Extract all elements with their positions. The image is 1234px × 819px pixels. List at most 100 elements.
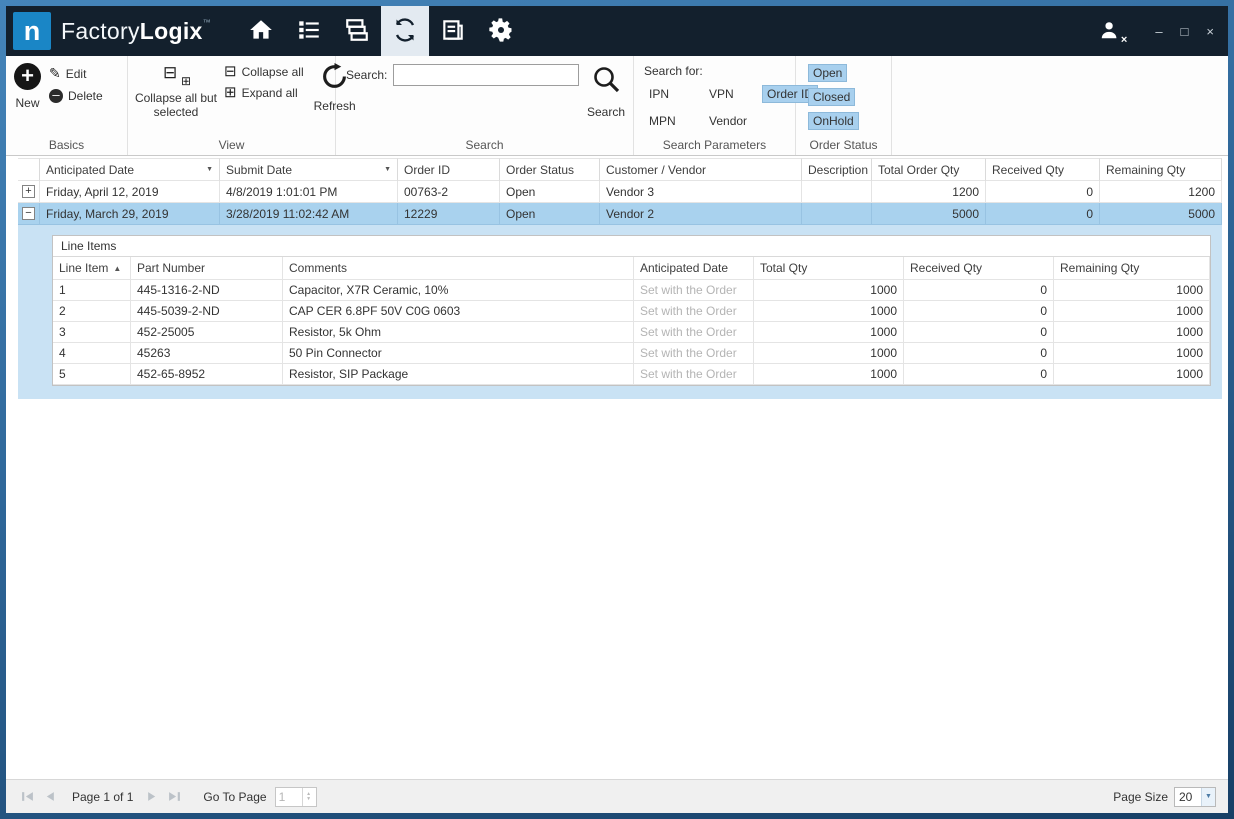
filter-dropdown-icon[interactable]: ▼ bbox=[202, 166, 213, 173]
expand-all-label: Expand all bbox=[242, 86, 298, 100]
first-page-button[interactable] bbox=[18, 788, 36, 806]
collapse-all-but-selected-button[interactable]: ⊟ ⊞ Collapse all but selected bbox=[134, 56, 218, 137]
brand-secondary: Logix bbox=[140, 18, 203, 44]
search-input[interactable] bbox=[393, 64, 579, 86]
cell-submit-date: 4/8/2019 1:01:01 PM bbox=[220, 181, 398, 203]
line-items-caption: Line Items bbox=[53, 236, 1210, 257]
search-parameters-group-label: Search Parameters bbox=[634, 137, 795, 155]
sync-arrows-icon bbox=[392, 17, 418, 46]
minimize-button[interactable]: – bbox=[1155, 25, 1162, 38]
column-header-submit-date[interactable]: Submit Date ▼ bbox=[220, 158, 398, 181]
nav-home[interactable] bbox=[237, 6, 285, 56]
nav-receiving-active[interactable] bbox=[381, 6, 429, 56]
column-header-order-id[interactable]: Order ID bbox=[398, 158, 500, 181]
main-navigation bbox=[237, 6, 525, 56]
new-button[interactable]: + New bbox=[14, 56, 41, 137]
nav-materials[interactable] bbox=[333, 6, 381, 56]
cell-remaining-qty: 1200 bbox=[1100, 181, 1222, 203]
cell-received-qty: 0 bbox=[986, 203, 1100, 225]
ribbon-spacer bbox=[892, 56, 1228, 155]
order-row-00763-2[interactable]: + Friday, April 12, 2019 4/8/2019 1:01:0… bbox=[18, 181, 1222, 203]
param-ipn[interactable]: IPN bbox=[644, 85, 674, 103]
collapse-all-label: Collapse all bbox=[242, 65, 304, 79]
collapse-row-button[interactable]: − bbox=[22, 207, 35, 220]
view-group-label: View bbox=[128, 137, 335, 155]
search-button[interactable]: Search bbox=[587, 64, 625, 119]
column-header-remaining-qty[interactable]: Remaining Qty bbox=[1100, 158, 1222, 181]
param-vpn[interactable]: VPN bbox=[704, 85, 739, 103]
cell-received-qty: 0 bbox=[986, 181, 1100, 203]
titlebar-right: × – □ × bbox=[1099, 19, 1228, 44]
spinner-arrows-icon[interactable]: ▲▼ bbox=[302, 788, 315, 806]
collapse-all-icon: ⊟ bbox=[224, 65, 237, 79]
nav-work-orders[interactable] bbox=[285, 6, 333, 56]
delete-button[interactable]: – Delete bbox=[49, 89, 103, 103]
search-for-label: Search for: bbox=[644, 64, 785, 78]
column-header-order-status[interactable]: Order Status bbox=[500, 158, 600, 181]
cell-customer-vendor: Vendor 2 bbox=[600, 203, 802, 225]
line-item-row[interactable]: 2 445-5039-2-ND CAP CER 6.8PF 50V C0G 06… bbox=[53, 301, 1210, 322]
maximize-button[interactable]: □ bbox=[1181, 25, 1189, 38]
column-header-description[interactable]: Description bbox=[802, 158, 872, 181]
next-page-button[interactable] bbox=[143, 788, 161, 806]
search-field-label: Search: bbox=[346, 68, 387, 82]
edit-button[interactable]: ✎ Edit bbox=[49, 65, 103, 82]
delete-button-label: Delete bbox=[68, 89, 103, 103]
cell-remaining-qty: 5000 bbox=[1100, 203, 1222, 225]
edit-pencil-icon: ✎ bbox=[49, 65, 61, 82]
column-header-comments[interactable]: Comments bbox=[283, 257, 634, 280]
ribbon-toolbar: + New ✎ Edit – Delete Basics bbox=[6, 56, 1228, 156]
basics-group-label: Basics bbox=[6, 137, 127, 155]
column-header-total-qty[interactable]: Total Qty bbox=[754, 257, 904, 280]
report-icon bbox=[440, 17, 466, 46]
collapse-all-but-selected-label: Collapse all but selected bbox=[134, 91, 218, 120]
new-plus-icon: + bbox=[14, 63, 41, 90]
user-logout-button[interactable]: × bbox=[1099, 19, 1121, 44]
status-closed-toggle[interactable]: Closed bbox=[808, 88, 855, 106]
close-button[interactable]: × bbox=[1206, 25, 1214, 38]
status-open-toggle[interactable]: Open bbox=[808, 64, 847, 82]
line-items-header-row: Line Item ▲ Part Number Comments Anticip… bbox=[53, 257, 1210, 280]
column-header-customer-vendor[interactable]: Customer / Vendor bbox=[600, 158, 802, 181]
delete-minus-icon: – bbox=[49, 89, 63, 103]
expand-all-icon: ⊞ bbox=[224, 86, 237, 100]
sort-ascending-icon: ▲ bbox=[113, 264, 121, 273]
order-detail-region: Line Items Line Item ▲ Part Number Comme… bbox=[18, 225, 1222, 399]
search-group-label: Search bbox=[336, 137, 633, 155]
column-header-li-received-qty[interactable]: Received Qty bbox=[904, 257, 1054, 280]
column-header-total-order-qty[interactable]: Total Order Qty bbox=[872, 158, 986, 181]
column-header-li-anticipated-date[interactable]: Anticipated Date bbox=[634, 257, 754, 280]
page-size-select[interactable]: 20 ▼ bbox=[1174, 787, 1216, 807]
column-header-line-item[interactable]: Line Item ▲ bbox=[53, 257, 131, 280]
prev-page-button[interactable] bbox=[40, 788, 58, 806]
expand-all-button[interactable]: ⊞ Expand all bbox=[224, 86, 304, 100]
param-vendor[interactable]: Vendor bbox=[704, 112, 752, 130]
window-frame: n FactoryLogix™ bbox=[0, 0, 1234, 819]
nav-reports[interactable] bbox=[429, 6, 477, 56]
order-row-12229-selected[interactable]: − Friday, March 29, 2019 3/28/2019 11:02… bbox=[18, 203, 1222, 225]
cell-order-status: Open bbox=[500, 203, 600, 225]
user-icon bbox=[1099, 30, 1121, 44]
last-page-button[interactable] bbox=[165, 788, 183, 806]
param-mpn[interactable]: MPN bbox=[644, 112, 681, 130]
nav-settings[interactable] bbox=[477, 6, 525, 56]
page-size-label: Page Size bbox=[1113, 790, 1168, 804]
orders-header-row: Anticipated Date ▼ Submit Date ▼ Order I… bbox=[18, 158, 1222, 181]
line-item-row[interactable]: 5 452-65-8952 Resistor, SIP Package Set … bbox=[53, 364, 1210, 385]
collapse-all-button[interactable]: ⊟ Collapse all bbox=[224, 65, 304, 79]
filter-dropdown-icon[interactable]: ▼ bbox=[380, 166, 391, 173]
cell-customer-vendor: Vendor 3 bbox=[600, 181, 802, 203]
expander-header-cell bbox=[18, 158, 40, 181]
column-header-li-remaining-qty[interactable]: Remaining Qty bbox=[1054, 257, 1210, 280]
column-header-part-number[interactable]: Part Number bbox=[131, 257, 283, 280]
expand-row-button[interactable]: + bbox=[22, 185, 35, 198]
collapse-but-selected-icon: ⊟ ⊞ bbox=[163, 63, 189, 85]
column-header-received-qty[interactable]: Received Qty bbox=[986, 158, 1100, 181]
line-item-row[interactable]: 3 452-25005 Resistor, 5k Ohm Set with th… bbox=[53, 322, 1210, 343]
status-onhold-toggle[interactable]: OnHold bbox=[808, 112, 859, 130]
goto-page-input[interactable] bbox=[276, 788, 302, 806]
checklist-icon bbox=[296, 17, 322, 46]
line-item-row[interactable]: 1 445-1316-2-ND Capacitor, X7R Ceramic, … bbox=[53, 280, 1210, 301]
line-item-row[interactable]: 4 45263 50 Pin Connector Set with the Or… bbox=[53, 343, 1210, 364]
column-header-anticipated-date[interactable]: Anticipated Date ▼ bbox=[40, 158, 220, 181]
